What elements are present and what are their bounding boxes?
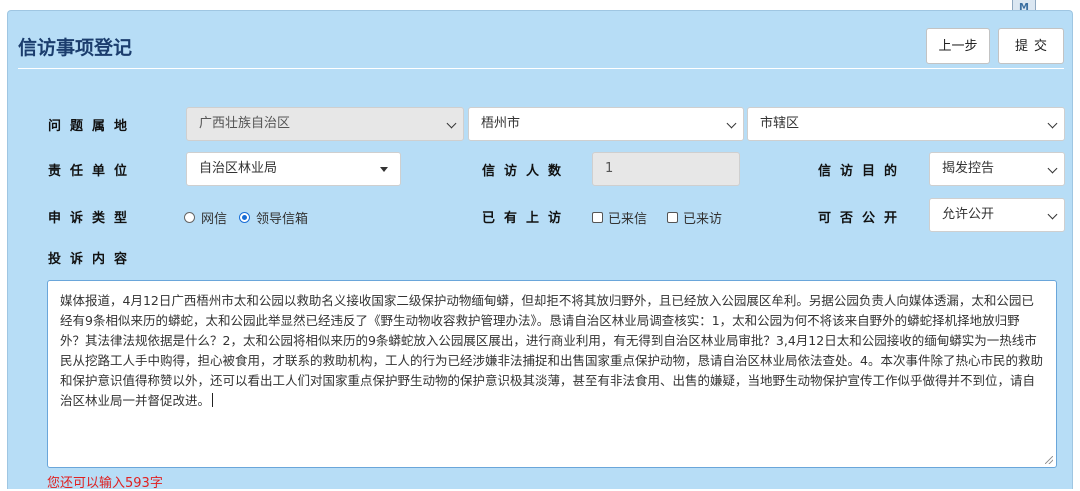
radio-checked-icon[interactable]: [239, 212, 250, 223]
responsible-unit-label: 责任单位: [48, 164, 137, 179]
prior-visit-checkbox-option[interactable]: 已来访: [667, 208, 722, 227]
checkbox-icon[interactable]: [592, 212, 603, 223]
chevron-down-icon: [726, 118, 737, 129]
chevron-down-icon: [1047, 163, 1058, 174]
petitioner-count-label: 信访人数: [482, 164, 571, 179]
petition-purpose-label: 信访目的: [818, 164, 907, 179]
chevron-down-icon: [1047, 209, 1058, 220]
option-label: 已来信: [608, 212, 648, 227]
content-label: 投诉内容: [48, 252, 137, 267]
chevron-down-icon: [1047, 118, 1058, 129]
submit-button[interactable]: 提交: [998, 28, 1064, 64]
prior-letter-checkbox-option[interactable]: 已来信: [592, 208, 647, 227]
prev-step-button[interactable]: 上一步: [926, 28, 990, 64]
option-label: 网信: [201, 212, 228, 227]
province-select[interactable]: 广西壮族自治区: [186, 107, 464, 141]
responsible-unit-select[interactable]: 自治区林业局: [186, 152, 401, 186]
petition-purpose-value: 揭发控告: [942, 161, 995, 176]
prior-visits-label: 已有上访: [482, 211, 571, 226]
complaint-type-label: 申诉类型: [48, 211, 137, 226]
option-label: 已来访: [683, 212, 723, 227]
city-value: 梧州市: [481, 116, 521, 131]
petition-purpose-select[interactable]: 揭发控告: [929, 152, 1065, 186]
radio-unchecked-icon[interactable]: [184, 212, 195, 223]
complaint-content-text: 媒体报道，4月12日广西梧州市太和公园以救助名义接收国家二级保护动物缅甸蟒，但却…: [60, 293, 1043, 408]
responsible-unit-value: 自治区林业局: [199, 161, 278, 176]
header-divider: [18, 68, 1064, 69]
province-value: 广西壮族自治区: [199, 116, 291, 131]
page-title: 信访事项登记: [18, 37, 133, 59]
petitioner-count-field[interactable]: 1: [592, 152, 740, 186]
chevron-down-icon: [446, 118, 457, 129]
public-label: 可否公开: [818, 211, 907, 226]
complaint-type-option-wangxin[interactable]: 网信: [184, 208, 227, 227]
remaining-chars-hint: 您还可以输入593字: [47, 476, 163, 491]
complaint-content-textarea[interactable]: 媒体报道，4月12日广西梧州市太和公园以救助名义接收国家二级保护动物缅甸蟒，但却…: [47, 280, 1057, 468]
city-select[interactable]: 梧州市: [468, 107, 744, 141]
caret-down-icon: [380, 167, 388, 172]
option-label: 领导信箱: [256, 212, 309, 227]
text-cursor: [212, 393, 214, 407]
district-select[interactable]: 市辖区: [747, 107, 1065, 141]
public-value: 允许公开: [942, 207, 995, 222]
district-value: 市辖区: [760, 116, 800, 131]
location-label: 问题属地: [48, 119, 137, 134]
public-select[interactable]: 允许公开: [929, 198, 1065, 232]
resize-handle-icon[interactable]: [1045, 456, 1053, 464]
complaint-type-option-mailbox[interactable]: 领导信箱: [239, 208, 308, 227]
checkbox-icon[interactable]: [667, 212, 678, 223]
top-strip: [0, 0, 1080, 10]
